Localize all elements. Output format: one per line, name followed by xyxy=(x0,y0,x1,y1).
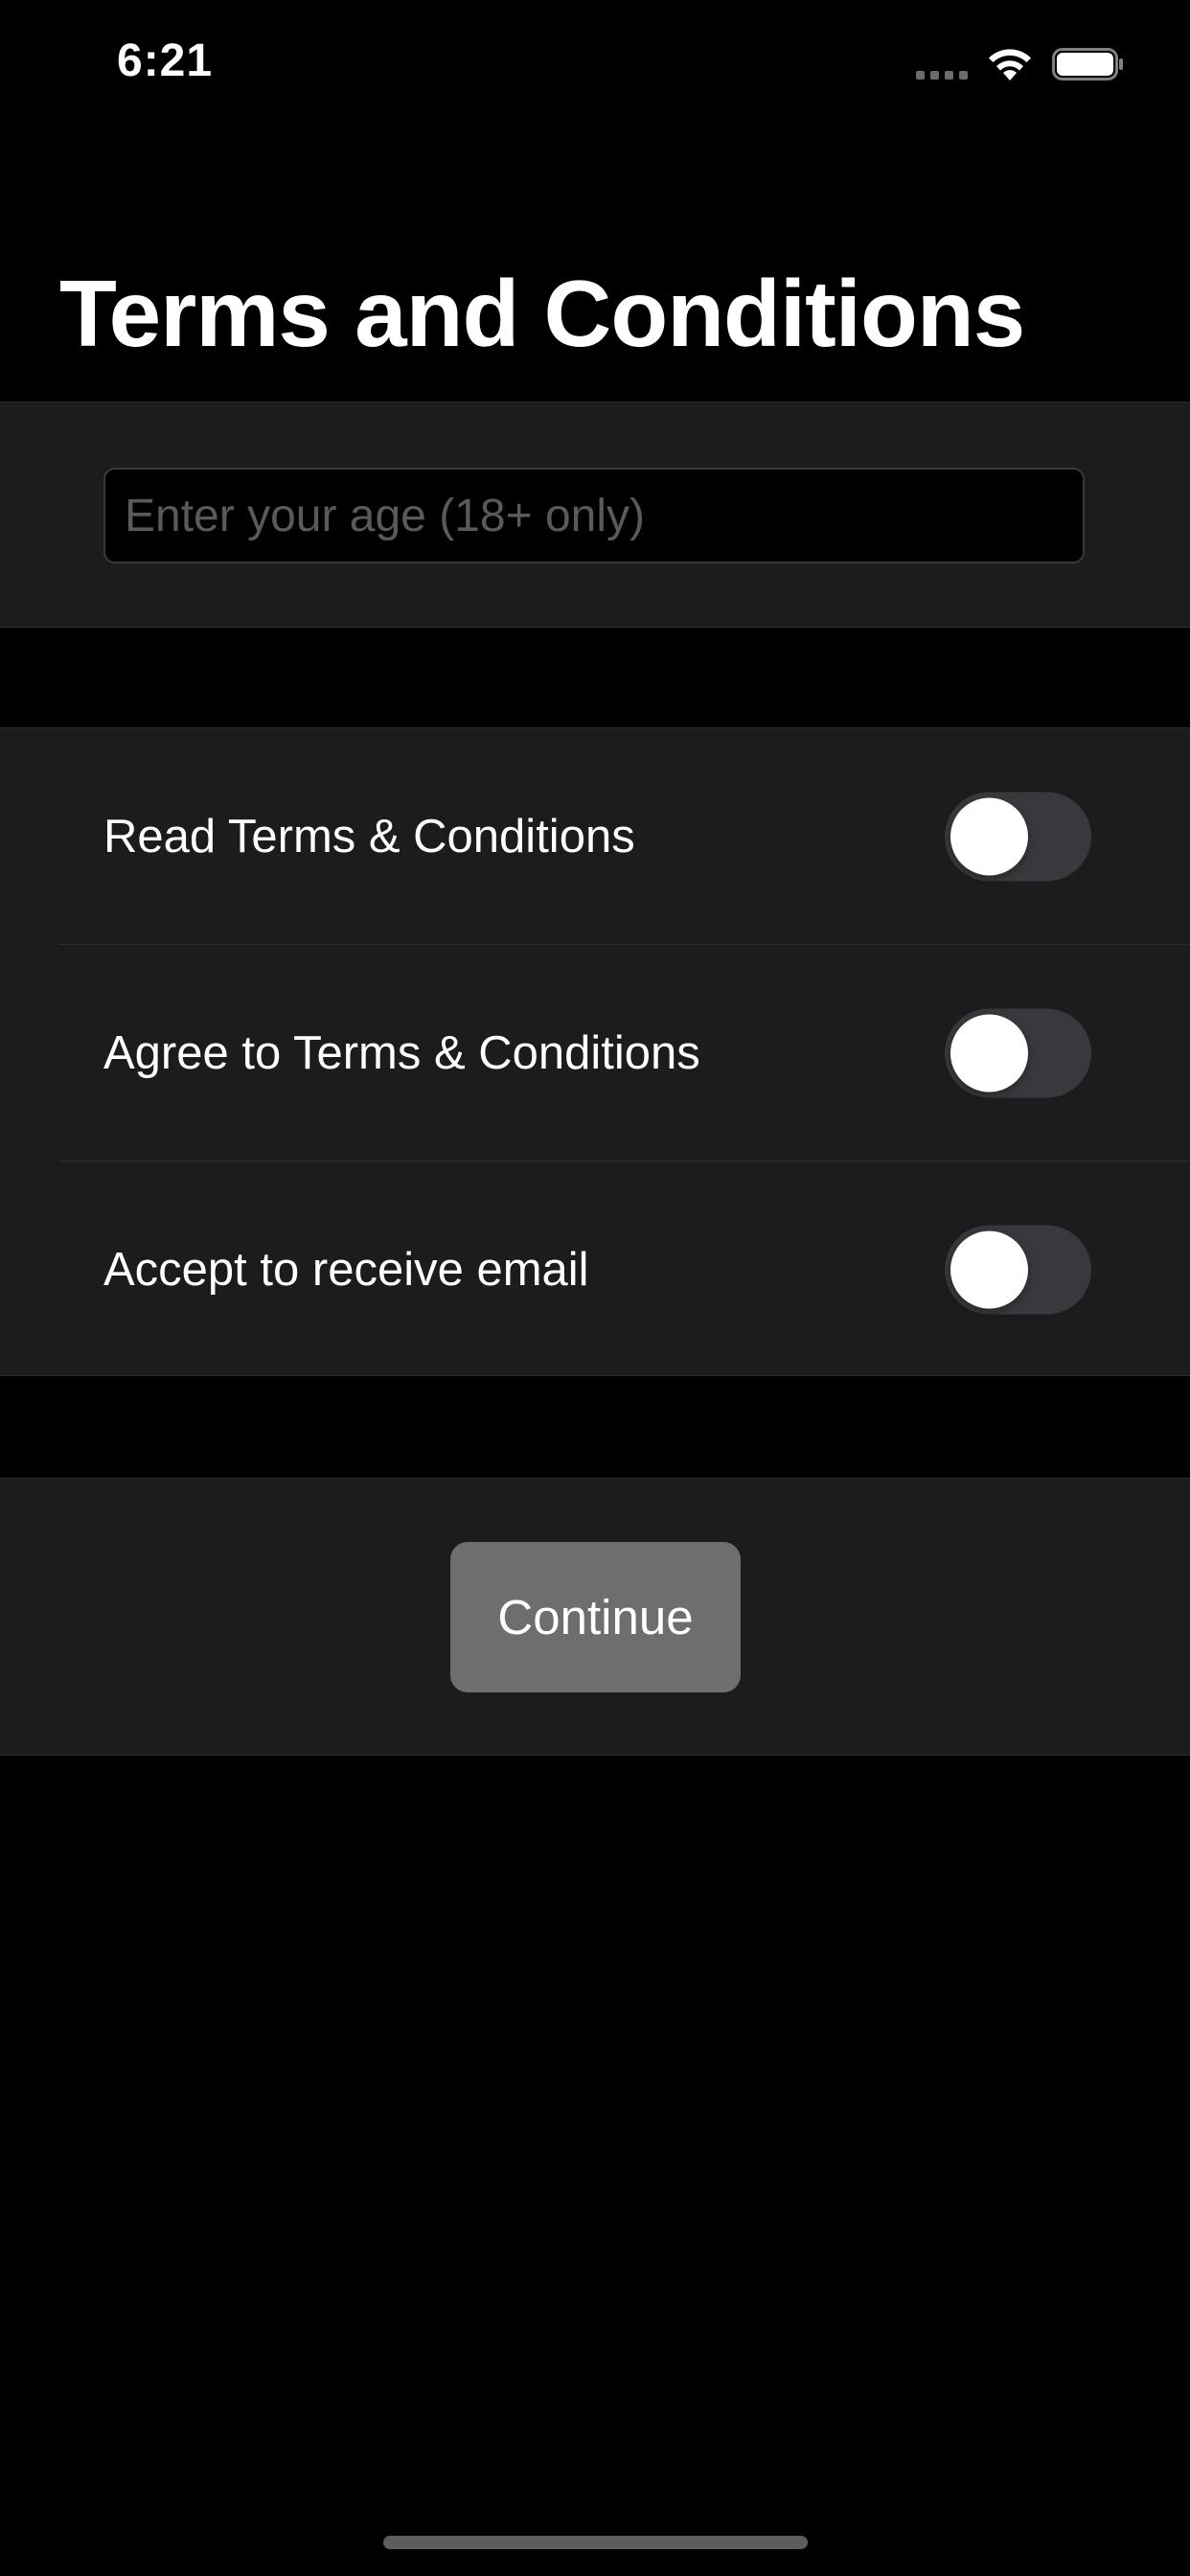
read-terms-toggle[interactable] xyxy=(945,792,1091,881)
status-time: 6:21 xyxy=(117,35,214,86)
continue-button[interactable]: Continue xyxy=(450,1542,741,1692)
toggle-row-accept-email: Accept to receive email xyxy=(0,1162,1190,1377)
toggle-row-agree-terms: Agree to Terms & Conditions xyxy=(0,945,1190,1161)
toggles-section: Read Terms & Conditions Agree to Terms &… xyxy=(0,727,1190,1376)
accept-email-label: Accept to receive email xyxy=(103,1243,589,1296)
age-input[interactable] xyxy=(103,468,1085,564)
wifi-icon xyxy=(989,49,1031,80)
signal-icon xyxy=(916,71,970,80)
agree-terms-label: Agree to Terms & Conditions xyxy=(103,1026,700,1079)
battery-icon xyxy=(1052,48,1123,80)
read-terms-label: Read Terms & Conditions xyxy=(103,810,635,862)
status-bar: 6:21 xyxy=(0,0,1190,126)
page-title: Terms and Conditions xyxy=(59,261,1025,366)
agree-terms-toggle[interactable] xyxy=(945,1008,1091,1097)
accept-email-toggle[interactable] xyxy=(945,1225,1091,1314)
toggle-row-read-terms: Read Terms & Conditions xyxy=(0,728,1190,944)
toggle-knob xyxy=(950,797,1028,875)
toggle-knob xyxy=(950,1230,1028,1308)
toggle-knob xyxy=(950,1014,1028,1092)
home-indicator xyxy=(383,2536,808,2549)
continue-section: Continue xyxy=(0,1478,1190,1756)
age-section xyxy=(0,402,1190,628)
